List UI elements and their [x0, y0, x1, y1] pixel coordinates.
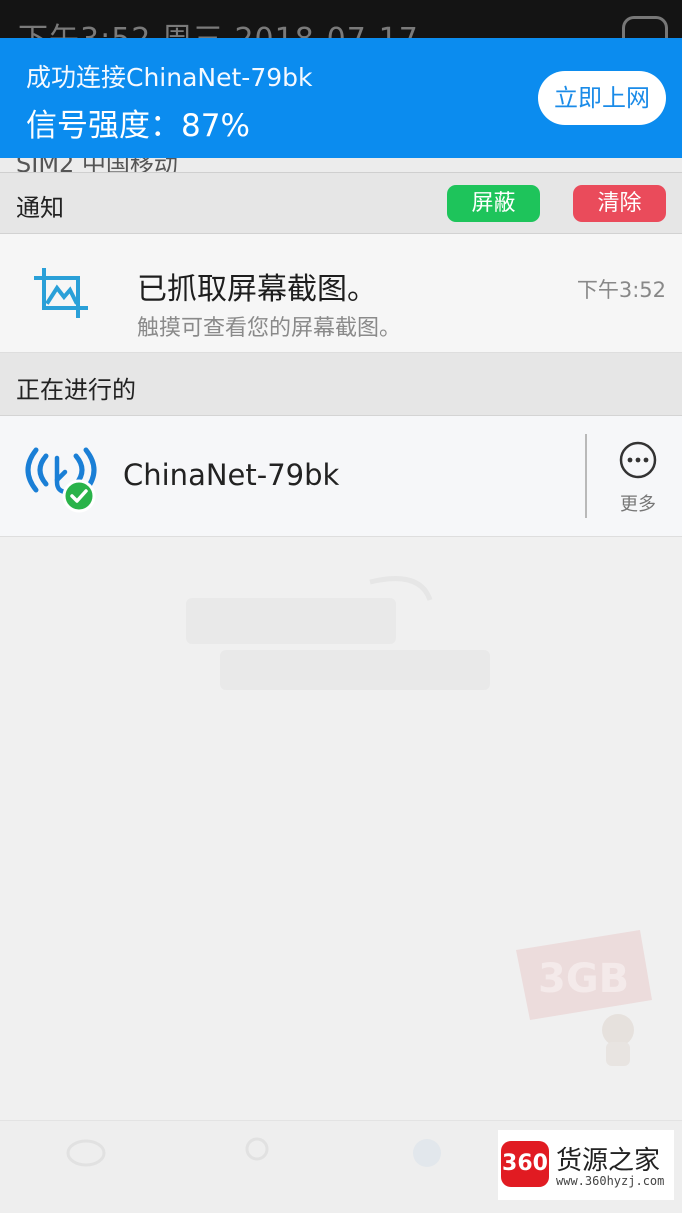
- status-bar-icon: [622, 16, 668, 38]
- watermark-url: www.360hyzj.com: [556, 1174, 665, 1188]
- ongoing-title: 正在进行的: [16, 376, 136, 404]
- banner-connected-text: 成功连接ChinaNet-79bk: [26, 63, 313, 92]
- notifications-header: 通知 屏蔽 清除: [0, 173, 682, 234]
- banner-signal-text: 信号强度：87%: [26, 108, 250, 144]
- background-promo-graphic: [180, 570, 510, 710]
- more-label[interactable]: 更多: [620, 490, 656, 516]
- watermark-logo: 360: [501, 1141, 549, 1187]
- chat-icon: [64, 1137, 108, 1173]
- status-bar-text: 下午3:52 周三 2018-07-17: [18, 14, 419, 38]
- go-online-button[interactable]: 立即上网: [538, 71, 666, 125]
- face-icon: [405, 1137, 449, 1173]
- clear-button[interactable]: 清除: [573, 185, 666, 222]
- status-bar: 下午3:52 周三 2018-07-17: [0, 0, 682, 38]
- notification-subtitle: 触摸可查看您的屏幕截图。: [137, 316, 402, 341]
- wifi-ongoing-item[interactable]: ChinaNet-79bk 更多: [0, 416, 682, 537]
- user-icon: [235, 1137, 279, 1173]
- notification-title: 已抓取屏幕截图。: [137, 272, 377, 307]
- notifications-title: 通知: [16, 194, 64, 222]
- wifi-connected-banner[interactable]: 成功连接ChinaNet-79bk 信号强度：87% 立即上网: [0, 38, 682, 158]
- wifi-name: ChinaNet-79bk: [123, 458, 340, 492]
- screenshot-icon: [32, 266, 90, 320]
- divider: [585, 434, 587, 518]
- sim-row-text: SIM2 中国移动: [16, 158, 178, 173]
- watermark-title: 货源之家: [556, 1146, 661, 1176]
- screenshot-notification[interactable]: 已抓取屏幕截图。 触摸可查看您的屏幕截图。 下午3:52: [0, 234, 682, 353]
- more-dots-icon[interactable]: [619, 441, 657, 479]
- ongoing-header: 正在进行的: [0, 353, 682, 416]
- background-gb-text: 3GB: [538, 956, 629, 1002]
- background-gb-badge: 3GB: [510, 930, 660, 1070]
- wifi-connected-icon: [22, 444, 100, 514]
- notification-time: 下午3:52: [576, 278, 666, 302]
- block-button[interactable]: 屏蔽: [447, 185, 540, 222]
- sim-row: SIM2 中国移动: [0, 158, 682, 173]
- watermark: 360 货源之家 www.360hyzj.com: [498, 1130, 674, 1200]
